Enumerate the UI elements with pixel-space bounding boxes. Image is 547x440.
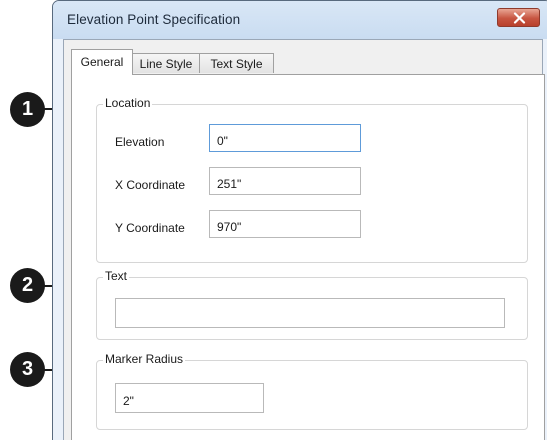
text-input[interactable] xyxy=(115,298,505,328)
x-coordinate-input[interactable] xyxy=(209,167,361,195)
callout-2: 2 xyxy=(10,268,45,303)
dialog-body: General Line Style Text Style Location E… xyxy=(63,39,545,440)
window-title: Elevation Point Specification xyxy=(67,12,241,27)
close-x-icon xyxy=(513,12,526,24)
elevation-label: Elevation xyxy=(115,135,165,149)
location-group-title: Location xyxy=(103,96,153,110)
callout-3: 3 xyxy=(10,352,45,387)
tab-line-style[interactable]: Line Style xyxy=(132,53,200,73)
location-group: Location Elevation X Coordinate Y Coordi… xyxy=(96,96,528,263)
elevation-point-dialog: Elevation Point Specification General Li… xyxy=(52,0,547,440)
y-coordinate-input[interactable] xyxy=(209,210,361,238)
text-group-title: Text xyxy=(103,269,130,283)
page: 1 2 3 Elevation Point Specification Gene… xyxy=(0,0,547,440)
close-button[interactable] xyxy=(497,8,540,27)
text-group: Text xyxy=(96,269,528,340)
tab-general[interactable]: General xyxy=(71,49,133,75)
title-bar[interactable]: Elevation Point Specification xyxy=(53,1,547,39)
general-tab-panel: Location Elevation X Coordinate Y Coordi… xyxy=(71,74,545,440)
y-coordinate-label: Y Coordinate xyxy=(115,221,185,235)
marker-radius-input[interactable] xyxy=(115,383,264,413)
elevation-input[interactable] xyxy=(209,124,361,152)
tab-text-style-label: Text Style xyxy=(210,57,263,71)
marker-radius-group: Marker Radius xyxy=(96,352,528,430)
tab-general-label: General xyxy=(80,55,124,69)
x-coordinate-label: X Coordinate xyxy=(115,178,186,192)
callout-1: 1 xyxy=(10,92,45,127)
tab-text-style[interactable]: Text Style xyxy=(199,53,274,73)
tab-line-style-label: Line Style xyxy=(139,57,193,71)
marker-radius-group-title: Marker Radius xyxy=(103,352,186,366)
